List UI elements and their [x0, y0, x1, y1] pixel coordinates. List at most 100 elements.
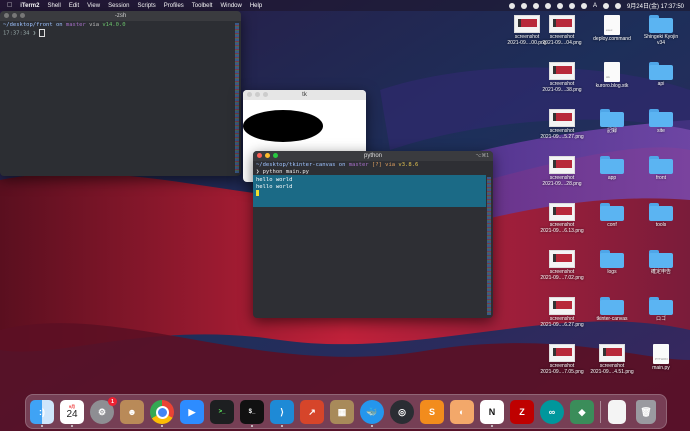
- desktop-item-folder[interactable]: tkinter-canvas: [587, 297, 637, 322]
- bluetooth-status-icon[interactable]: [556, 2, 563, 9]
- menu-clock[interactable]: 9月24日(金) 17:37:50: [627, 1, 684, 10]
- info-status-icon[interactable]: [520, 2, 527, 9]
- menu-bar:  iTerm2 Shell Edit View Session Scripts…: [0, 0, 690, 11]
- close-icon[interactable]: [4, 13, 9, 18]
- desktop-item-label: kuroro.blog.stk: [595, 83, 629, 89]
- desktop-item-folder[interactable]: site: [636, 109, 686, 134]
- desktop-item-folder[interactable]: ロゴ: [636, 297, 686, 322]
- finder-icon[interactable]: :): [30, 400, 54, 424]
- desktop-item-screenshot[interactable]: screenshot 2021-09....5.27.png: [537, 109, 587, 140]
- minimize-icon[interactable]: [265, 153, 270, 158]
- desktop-item-label: app: [607, 175, 617, 181]
- battery-status-icon[interactable]: [568, 2, 575, 9]
- python-terminal-output[interactable]: ~/desktop/tkinter-canvas on master [?] v…: [253, 161, 493, 176]
- file-type-label: PYTHON: [655, 357, 668, 361]
- document-icon[interactable]: [608, 400, 626, 424]
- menu-session[interactable]: Session: [108, 3, 129, 9]
- python-titlebar[interactable]: python ⌥⌘1: [253, 151, 493, 161]
- desktop-item-folder[interactable]: 記録: [587, 109, 637, 134]
- desktop-item-file[interactable]: exec deploy.command: [587, 15, 637, 42]
- desktop-item-label: main.py: [652, 365, 670, 371]
- control-center-icon[interactable]: [614, 2, 621, 9]
- desktop-item-folder[interactable]: conf: [587, 203, 637, 228]
- desktop-item-file[interactable]: PYTHON main.py: [636, 344, 686, 371]
- vpn-status-icon[interactable]: [532, 2, 539, 9]
- desktop-item-folder[interactable]: logs: [587, 250, 637, 275]
- running-indicator: [251, 425, 253, 427]
- green-app-icon[interactable]: ◆: [570, 400, 594, 424]
- arduino-icon[interactable]: ∞: [540, 400, 564, 424]
- desktop-item-folder[interactable]: api: [636, 62, 686, 87]
- zoom-icon[interactable]: [20, 13, 25, 18]
- terminal-app-icon[interactable]: >_: [210, 400, 234, 424]
- zoom-icon[interactable]: [263, 92, 268, 97]
- apple-menu-icon[interactable]: : [7, 2, 12, 9]
- zoom-app-icon[interactable]: ▶: [180, 400, 204, 424]
- terminal-scrollbar[interactable]: [235, 23, 239, 173]
- menu-app-name[interactable]: iTerm2: [20, 3, 39, 9]
- spotlight-icon[interactable]: [602, 2, 609, 9]
- menu-shell[interactable]: Shell: [47, 3, 60, 9]
- iterm-app-icon[interactable]: $_: [240, 400, 264, 424]
- desktop-item-screenshot[interactable]: screenshot 2021-09....38.png: [537, 62, 587, 93]
- desktop-item-screenshot[interactable]: screenshot 2021-09....6.13.png: [537, 203, 587, 234]
- running-indicator: [71, 425, 73, 427]
- desktop-item-folder[interactable]: 確定申告: [636, 250, 686, 275]
- close-icon[interactable]: [257, 153, 262, 158]
- menu-view[interactable]: View: [87, 3, 100, 9]
- terminal-window-zsh[interactable]: -zsh ~/desktop/front on master via v14.0…: [0, 11, 241, 176]
- desktop-item-folder[interactable]: tools: [636, 203, 686, 228]
- folder-icon: [600, 250, 624, 268]
- trash-icon[interactable]: 🗑: [636, 400, 656, 424]
- quicktime-icon[interactable]: ◎: [390, 400, 414, 424]
- screenshot-thumbnail-icon: [549, 62, 575, 80]
- sublime-icon[interactable]: S: [420, 400, 444, 424]
- menu-window[interactable]: Window: [220, 3, 241, 9]
- filezilla-icon[interactable]: Z: [510, 400, 534, 424]
- input-method-indicator[interactable]: A: [593, 3, 597, 9]
- cwd-prompt: ~/desktop/front on: [3, 22, 66, 28]
- desktop-item-folder[interactable]: Shingeki Kyojin v34: [636, 15, 686, 46]
- python-scrollbar[interactable]: [487, 177, 491, 315]
- docker-icon[interactable]: 🐳: [360, 400, 384, 424]
- menu-edit[interactable]: Edit: [69, 3, 79, 9]
- notion-icon[interactable]: N: [480, 400, 504, 424]
- screenshot-thumbnail-icon: [549, 15, 575, 33]
- zoom-icon[interactable]: [273, 153, 278, 158]
- vscode-icon[interactable]: ⟩: [270, 400, 294, 424]
- terminal-output[interactable]: ~/desktop/front on master via v14.0.0 17…: [0, 21, 241, 38]
- menu-profiles[interactable]: Profiles: [164, 3, 184, 9]
- menu-help[interactable]: Help: [250, 3, 262, 9]
- desktop-item-screenshot[interactable]: screenshot 2021-09....7.02.png: [537, 250, 587, 281]
- contacts-icon[interactable]: ☻: [120, 400, 144, 424]
- program-output[interactable]: hello world hello world: [253, 175, 486, 207]
- archive-utility-icon[interactable]: ▦: [330, 400, 354, 424]
- tk-titlebar[interactable]: tk: [243, 90, 366, 100]
- desktop-item-screenshot[interactable]: screenshot 2021-09....28.png: [537, 156, 587, 187]
- desktop-item-label: logs: [607, 269, 617, 275]
- dock-divider: [600, 401, 601, 423]
- desktop-item-folder[interactable]: front: [636, 156, 686, 181]
- desktop-item-screenshot[interactable]: screenshot 2021-09....04.png: [537, 15, 587, 46]
- record-status-icon[interactable]: [508, 2, 515, 9]
- calendar-icon[interactable]: 9月 24: [60, 400, 84, 424]
- desktop-item-screenshot[interactable]: screenshot 2021-09....6.27.png: [537, 297, 587, 328]
- desktop-item-screenshot[interactable]: screenshot 2021-09....4.51.png: [587, 344, 637, 375]
- minimize-icon[interactable]: [12, 13, 17, 18]
- terminal-window-python[interactable]: python ⌥⌘1 ~/desktop/tkinter-canvas on m…: [253, 151, 493, 318]
- system-preferences-icon[interactable]: ⚙ 1: [90, 397, 117, 424]
- minimize-icon[interactable]: [255, 92, 260, 97]
- terminal-titlebar[interactable]: -zsh: [0, 11, 241, 21]
- dropbox-status-icon[interactable]: [544, 2, 551, 9]
- desktop-item-file[interactable]: stk kuroro.blog.stk: [587, 62, 637, 89]
- folder-icon: [600, 297, 624, 315]
- menu-toolbelt[interactable]: Toolbelt: [192, 3, 213, 9]
- helper-app-icon[interactable]: ◐: [450, 400, 474, 424]
- wifi-status-icon[interactable]: [580, 2, 587, 9]
- close-icon[interactable]: [247, 92, 252, 97]
- chrome-icon[interactable]: [150, 400, 174, 424]
- instruments-icon[interactable]: ↗: [300, 400, 324, 424]
- menu-scripts[interactable]: Scripts: [137, 3, 155, 9]
- desktop-item-folder[interactable]: app: [587, 156, 637, 181]
- desktop-item-screenshot[interactable]: screenshot 2021-09....7.05.png: [537, 344, 587, 375]
